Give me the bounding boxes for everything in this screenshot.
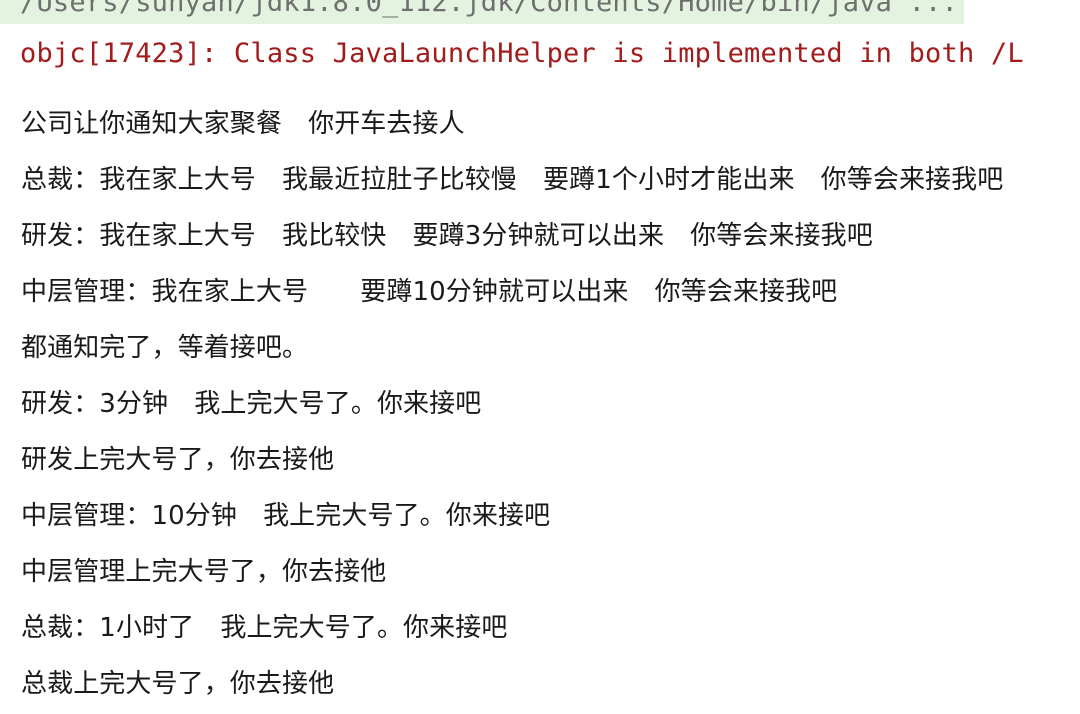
program-output-transcript: 公司让你通知大家聚餐 你开车去接人 总裁：我在家上大号 我最近拉肚子比较慢 要蹲…: [0, 96, 1080, 712]
transcript-line: 中层管理：我在家上大号 要蹲10分钟就可以出来 你等会来接我吧: [21, 277, 838, 307]
transcript-line: 研发：我在家上大号 我比较快 要蹲3分钟就可以出来 你等会来接我吧: [21, 221, 873, 251]
transcript-line: 总裁上完大号了，你去接他: [21, 669, 335, 699]
objc-warning-text: objc[17423]: Class JavaLaunchHelper is i…: [20, 38, 1024, 69]
objc-warning-row: objc[17423]: Class JavaLaunchHelper is i…: [0, 37, 1080, 81]
transcript-line: 总裁：1小时了 我上完大号了。你来接吧: [21, 613, 508, 643]
transcript-line: 都通知完了，等着接吧。: [21, 333, 309, 363]
transcript-line: 研发：3分钟 我上完大号了。你来接吧: [21, 389, 482, 419]
java-path-row: /Users/sunyan/jdk1.8.0_112.jdk/Contents/…: [0, 0, 1080, 24]
transcript-line: 中层管理：10分钟 我上完大号了。你来接吧: [21, 501, 551, 531]
transcript-line: 公司让你通知大家聚餐 你开车去接人: [21, 109, 465, 139]
console-output-screen: /Users/sunyan/jdk1.8.0_112.jdk/Contents/…: [0, 0, 1080, 714]
java-executable-path: /Users/sunyan/jdk1.8.0_112.jdk/Contents/…: [0, 0, 964, 24]
transcript-line: 研发上完大号了，你去接他: [21, 445, 335, 475]
transcript-line: 中层管理上完大号了，你去接他: [21, 557, 387, 587]
transcript-line: 总裁：我在家上大号 我最近拉肚子比较慢 要蹲1个小时才能出来 你等会来接我吧: [21, 165, 1004, 195]
